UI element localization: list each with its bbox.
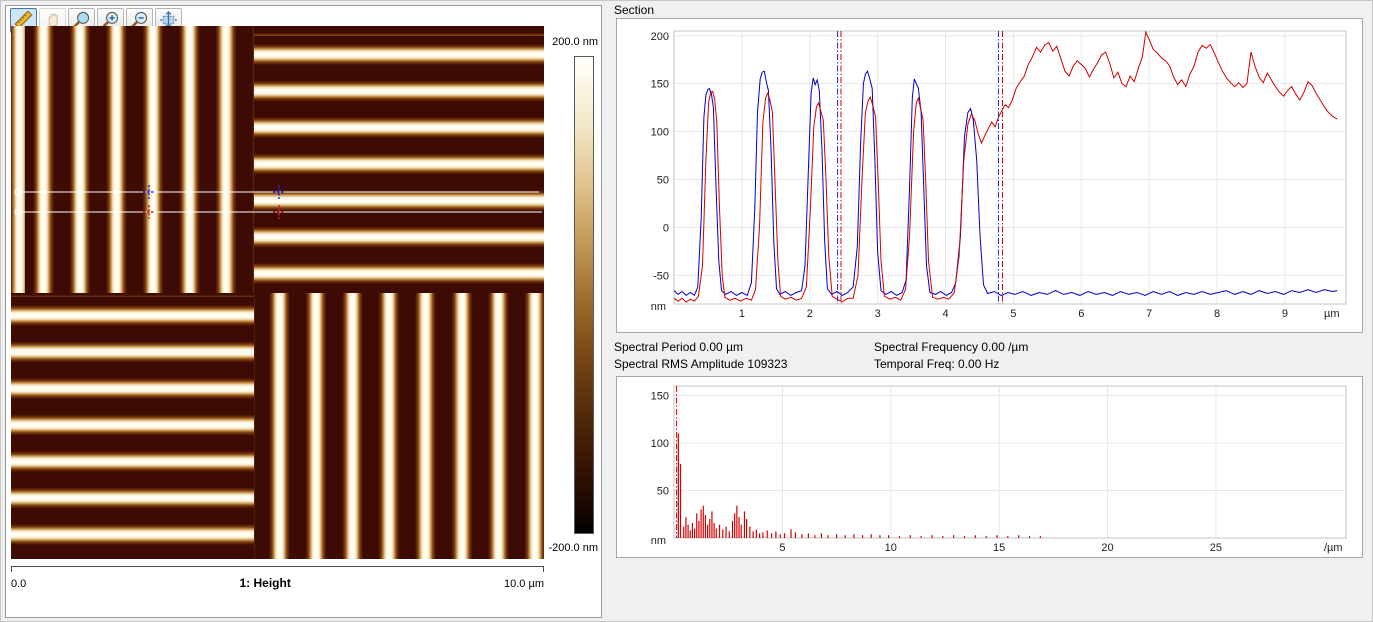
y-tick-label: 100 [651, 127, 669, 139]
section-spectrum-chart: 50 100 150 5 10 15 20 25 nm/µm [616, 376, 1363, 558]
colorbar-min-label: -200.0 nm [533, 542, 598, 554]
image-panel: 200.0 nm -200.0 nm 0.0 1: Height 10.0 µm [5, 5, 602, 618]
section-spectrum-plot: 50 100 150 5 10 15 20 25 nm/µm [617, 377, 1360, 554]
x-tick-label: 20 [1101, 542, 1113, 554]
y-axis-unit-label: nm [651, 535, 666, 547]
app-window: 200.0 nm -200.0 nm 0.0 1: Height 10.0 µm… [0, 0, 1373, 622]
x-tick-label: 5 [1010, 308, 1016, 320]
y-tick-label: 150 [651, 79, 669, 91]
scale-max-label: 10.0 µm [504, 578, 544, 590]
y-tick-label: 50 [657, 174, 669, 186]
x-tick-label: 2 [807, 308, 813, 320]
x-axis-unit-label: µm [1324, 308, 1340, 320]
x-tick-label: 6 [1078, 308, 1084, 320]
image-scale-bracket [11, 566, 544, 572]
colorbar-max-label: 200.0 nm [533, 36, 598, 48]
x-tick-label: 15 [993, 542, 1005, 554]
x-axis-unit-label: /µm [1324, 542, 1343, 554]
temporal-freq-text: Temporal Freq: 0.00 Hz [874, 357, 999, 371]
x-tick-label: 10 [885, 542, 897, 554]
spectral-period-text: Spectral Period 0.00 µm [614, 340, 743, 354]
y-tick-label: 0 [663, 222, 669, 234]
y-tick-label: 50 [657, 486, 669, 498]
x-tick-label: 4 [942, 308, 948, 320]
y-tick-label: 150 [651, 391, 669, 403]
section-lines-overlay [11, 26, 544, 559]
y-axis-unit-label: nm [651, 301, 666, 313]
scale-min-label: 0.0 [11, 578, 26, 590]
x-tick-label: 25 [1210, 542, 1222, 554]
y-tick-label: 100 [651, 438, 669, 450]
channel-label: 1: Height [239, 576, 290, 590]
spectral-rms-text: Spectral RMS Amplitude 109323 [614, 357, 787, 371]
x-tick-label: 5 [779, 542, 785, 554]
section-profile-plot: -50 0 50 100 150 200 1 2 3 4 5 6 7 8 9 nm µm [617, 19, 1360, 329]
section-panel-title: Section [614, 3, 654, 17]
height-colorbar [574, 56, 594, 534]
y-tick-label: 200 [651, 31, 669, 43]
section-profile-chart: -50 0 50 100 150 200 1 2 3 4 5 6 7 8 9 nm µm [616, 18, 1363, 333]
image-scale-labels: 0.0 1: Height 10.0 µm [11, 576, 544, 590]
x-tick-label: 3 [875, 308, 881, 320]
afm-height-image[interactable] [11, 26, 544, 559]
y-tick-label: -50 [653, 270, 669, 282]
x-tick-label: 8 [1214, 308, 1220, 320]
x-tick-label: 1 [739, 308, 745, 320]
spectral-frequency-text: Spectral Frequency 0.00 /µm [874, 340, 1028, 354]
x-tick-label: 9 [1282, 308, 1288, 320]
x-tick-label: 7 [1146, 308, 1152, 320]
